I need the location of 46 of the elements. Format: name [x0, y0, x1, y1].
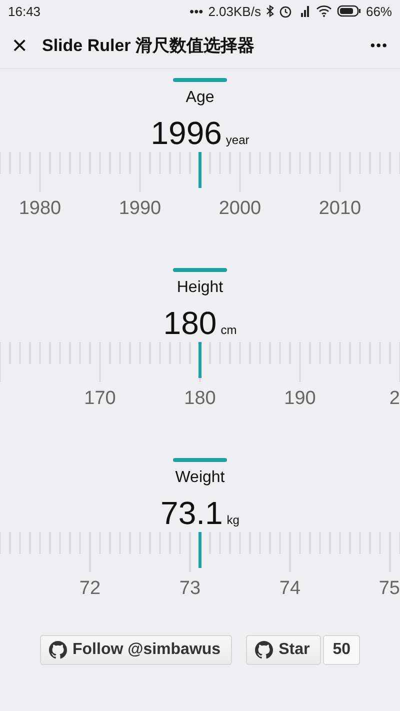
ruler-scale-drawing[interactable] — [0, 152, 400, 192]
scale-label: 2 — [389, 388, 400, 410]
scale-label: 2000 — [218, 198, 262, 220]
scale-label: 1980 — [18, 198, 62, 220]
scale-label: 72 — [79, 578, 101, 600]
scale-label: 190 — [284, 388, 316, 410]
status-time: 16:43 — [8, 4, 41, 18]
accent-bar — [173, 458, 227, 462]
ruler-value: 180 — [163, 305, 217, 342]
ruler-scale-drawing[interactable] — [0, 532, 400, 572]
indicator-line — [198, 342, 202, 378]
status-dots: ••• — [190, 4, 204, 18]
alarm-clock-icon — [278, 4, 292, 18]
wifi-icon — [316, 5, 332, 17]
ruler-label: Height — [176, 279, 224, 297]
follow-button[interactable]: Follow @simbawus — [40, 635, 232, 665]
ruler-value: 1996 — [150, 115, 222, 152]
unit-label: cm — [220, 323, 237, 337]
network-speed: 2.03KB/s — [208, 4, 261, 18]
star-count: 50 — [322, 635, 360, 665]
ruler-scale-drawing[interactable] — [0, 342, 400, 382]
scale-label: 75 — [378, 578, 400, 600]
ruler-label: Weight — [175, 469, 225, 487]
battery-level: 66% — [366, 4, 392, 18]
ruler-label: Age — [186, 89, 214, 107]
indicator-line — [198, 532, 202, 568]
scale-label: 73 — [179, 578, 201, 600]
close-button[interactable]: × — [12, 32, 32, 58]
bluetooth-icon — [266, 5, 274, 17]
scale-label: 1990 — [118, 198, 162, 220]
indicator-line — [198, 152, 202, 188]
battery-icon — [336, 5, 361, 17]
scale-label: 170 — [84, 388, 116, 410]
scale-label: 180 — [184, 388, 216, 410]
unit-label: year — [226, 133, 250, 147]
star-button[interactable]: Star — [246, 635, 321, 665]
ruler-value: 73.1 — [160, 495, 223, 532]
accent-bar — [173, 78, 227, 82]
page-title: Slide Ruler 滑尺数值选择器 — [42, 34, 256, 56]
accent-bar — [173, 268, 227, 272]
github-icon — [254, 641, 273, 659]
scale-label: 2010 — [318, 198, 362, 220]
github-icon — [48, 641, 66, 659]
scale-label: 74 — [279, 578, 301, 600]
unit-label: kg — [226, 513, 240, 527]
more-button[interactable]: ••• — [370, 37, 388, 53]
